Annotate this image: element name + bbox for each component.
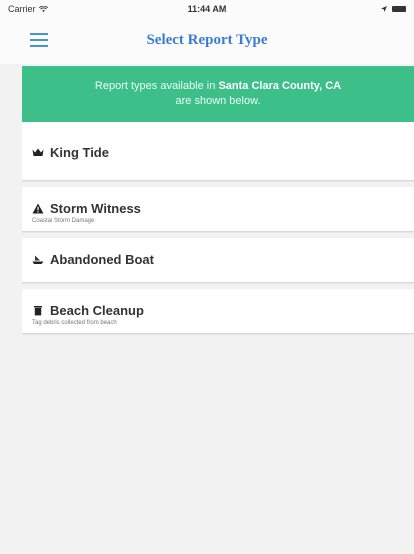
navigation-bar: Select Report Type	[0, 20, 414, 64]
location-arrow-icon	[381, 6, 387, 12]
report-label: Storm Witness	[50, 201, 141, 216]
report-subtitle: Coastal Storm Damage	[32, 218, 95, 224]
banner-location: Santa Clara County, CA	[218, 80, 342, 92]
battery-icon	[392, 6, 406, 12]
info-banner: Report types available in Santa Clara Co…	[22, 66, 414, 122]
banner-prefix: Report types available in	[94, 80, 216, 92]
report-label: King Tide	[50, 145, 109, 160]
boat-icon	[32, 255, 44, 264]
report-item-abandoned-boat[interactable]: Abandoned Boat	[22, 238, 414, 283]
report-label: Beach Cleanup	[50, 303, 144, 318]
status-right	[380, 5, 406, 13]
report-item-storm-witness[interactable]: Storm Witness Coastal Storm Damage	[22, 187, 414, 232]
report-item-king-tide[interactable]: King Tide	[22, 122, 414, 181]
report-type-list: King Tide Storm Witness Coastal Storm Da…	[22, 122, 414, 340]
report-label: Abandoned Boat	[50, 252, 154, 267]
page-title: Select Report Type	[146, 32, 268, 48]
banner-suffix: are shown below.	[175, 95, 261, 107]
status-bar: Carrier 11:44 AM	[0, 0, 414, 20]
crown-icon	[32, 148, 44, 156]
warning-icon	[32, 203, 44, 214]
clock: 11:44 AM	[187, 4, 227, 14]
report-item-beach-cleanup[interactable]: Beach Cleanup Tag debris collected from …	[22, 289, 414, 334]
app-screen: Carrier 11:44 AM Select Report Type Repo…	[0, 0, 414, 554]
trash-icon	[34, 306, 42, 316]
report-subtitle: Tag debris collected from beach	[32, 320, 117, 326]
